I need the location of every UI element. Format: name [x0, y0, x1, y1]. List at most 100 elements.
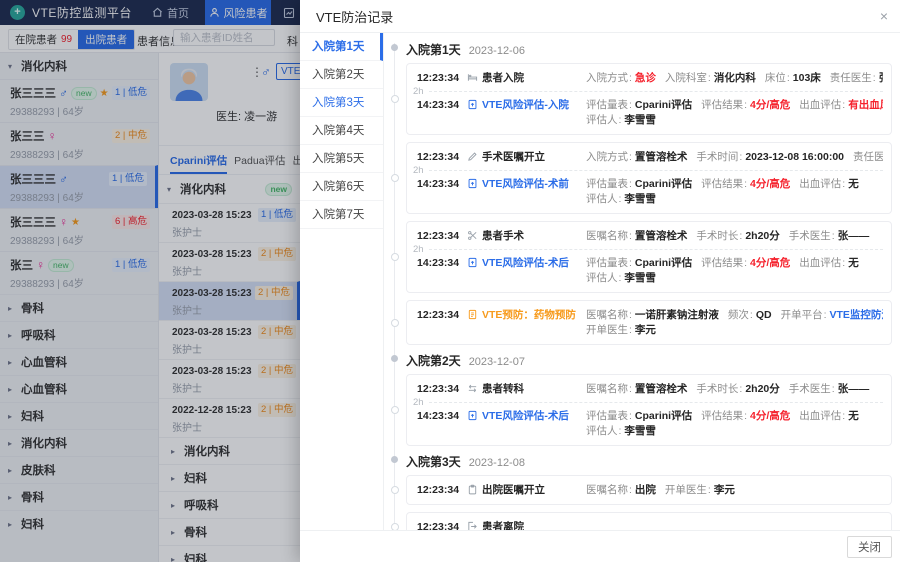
- field-label: 出血评估: [799, 99, 845, 111]
- field-label: 评估量表: [586, 99, 632, 111]
- day-date: 2023-12-08: [469, 457, 525, 469]
- close-icon[interactable]: ×: [880, 9, 888, 23]
- day-nav-item-1[interactable]: 入院第1天: [300, 33, 383, 61]
- field-label: 责任医生: [830, 72, 876, 84]
- event-title: 手术医嘱开立: [482, 149, 586, 165]
- document-icon: [467, 255, 482, 268]
- event-title: 患者入院: [482, 70, 586, 86]
- vte-assessment-link[interactable]: VTE风险评估-术前: [482, 176, 586, 192]
- document-icon: [467, 408, 482, 421]
- field-value: Cparini评估: [635, 410, 692, 422]
- field-value: 4分/高危: [750, 178, 790, 190]
- event-time: 12:23:34: [417, 149, 467, 165]
- field-value: 4分/高危: [750, 99, 790, 111]
- drawer-mask[interactable]: [0, 0, 300, 562]
- document-icon: [467, 176, 482, 189]
- event-title: 出院医嘱开立: [482, 482, 586, 498]
- field-value: 李元: [714, 484, 735, 496]
- event-time: 12:23:34: [417, 307, 467, 323]
- field-label: 手术时长: [696, 230, 742, 242]
- field-label: 出血评估: [799, 257, 845, 269]
- day-nav-item-3[interactable]: 入院第3天: [300, 89, 383, 117]
- field-label: 入院方式: [586, 72, 632, 84]
- day-nav-item-6[interactable]: 入院第6天: [300, 173, 383, 201]
- field-value: 无: [848, 257, 859, 269]
- record-card: 12:23:34 患者手术 医嘱名称置管溶栓术 手术时长2h20分 手术医生张—…: [406, 221, 892, 293]
- field-value: 张——: [838, 383, 870, 395]
- event-title: 患者转科: [482, 381, 586, 397]
- field-value: 置管溶栓术: [635, 151, 688, 163]
- vte-assessment-link[interactable]: VTE风险评估-术后: [482, 255, 586, 271]
- event-time: 14:23:34: [417, 255, 467, 271]
- field-label: 手术时间: [696, 151, 742, 163]
- event-time: 14:23:34: [417, 408, 467, 424]
- field-label: 评估量表: [586, 178, 632, 190]
- field-label: 评估结果: [701, 257, 747, 269]
- drawer-title: VTE防治记录: [316, 7, 393, 26]
- time-gap: 2h: [417, 244, 883, 255]
- time-gap: 2h: [417, 165, 883, 176]
- vte-assessment-link[interactable]: VTE风险评估-入院: [482, 97, 586, 113]
- document-icon: [467, 97, 482, 110]
- day-nav-item-2[interactable]: 入院第2天: [300, 61, 383, 89]
- close-button[interactable]: 关闭: [847, 536, 892, 558]
- field-label: 出血评估: [799, 178, 845, 190]
- field-label: 开单平台: [781, 309, 827, 321]
- day-nav-item-4[interactable]: 入院第4天: [300, 117, 383, 145]
- field-label: 评估结果: [701, 99, 747, 111]
- day-date: 2023-12-07: [469, 356, 525, 368]
- platform-link[interactable]: VTE监控防治平台: [830, 309, 883, 321]
- field-label: 医嘱名称: [586, 230, 632, 242]
- field-value: 李元: [635, 324, 656, 336]
- field-label: 评估人: [586, 114, 621, 126]
- field-label: 评估结果: [701, 410, 747, 422]
- field-value: 出院: [635, 484, 656, 496]
- time-gap: 2h: [417, 86, 883, 97]
- transfer-icon: [467, 381, 482, 394]
- field-value: 李雪雪: [624, 193, 656, 205]
- field-label: 入院科室: [665, 72, 711, 84]
- pen-icon: [467, 149, 482, 162]
- scissors-icon: [467, 228, 482, 241]
- field-value: 无: [848, 178, 859, 190]
- field-value: 李雪雪: [624, 272, 656, 284]
- field-label: 评估量表: [586, 257, 632, 269]
- field-value: 103床: [793, 72, 821, 84]
- event-time: 12:23:34: [417, 482, 467, 498]
- field-value: 一诺肝素钠注射液: [635, 309, 719, 321]
- field-label: 评估人: [586, 425, 621, 437]
- vte-assessment-link[interactable]: VTE风险评估-术后: [482, 408, 586, 424]
- field-value: 置管溶栓术: [635, 383, 688, 395]
- field-value: Cparini评估: [635, 99, 692, 111]
- vte-platform-app: + VTE防控监测平台 首页 风险患者 在院患者 99 出院患者 患者信息 科: [0, 0, 900, 562]
- field-value: 有出血风险: [848, 99, 883, 111]
- field-label: 床位: [765, 72, 790, 84]
- day-nav-item-7[interactable]: 入院第7天: [300, 201, 383, 229]
- event-time: 12:23:34: [417, 70, 467, 86]
- event-time: 12:23:34: [417, 519, 467, 530]
- day-nav: 入院第1天 入院第2天 入院第3天 入院第4天 入院第5天 入院第6天 入院第7…: [300, 33, 384, 530]
- day-title: 入院第1天: [406, 41, 461, 58]
- field-value: 4分/高危: [750, 257, 790, 269]
- record-card: 12:23:34 出院医嘱开立 医嘱名称出院 开单医生李元: [406, 475, 892, 505]
- drawer-footer: 关闭: [300, 530, 900, 562]
- field-label: 开单医生: [665, 484, 711, 496]
- field-value: 4分/高危: [750, 410, 790, 422]
- event-time: 14:23:34: [417, 176, 467, 192]
- record-card: 12:23:34 手术医嘱开立 入院方式置管溶栓术 手术时间2023-12-08…: [406, 142, 892, 214]
- field-label: 评估人: [586, 193, 621, 205]
- field-label: 开单医生: [586, 324, 632, 336]
- field-label: 手术时长: [696, 383, 742, 395]
- field-label: 医嘱名称: [586, 309, 632, 321]
- field-value: 张——: [879, 72, 883, 84]
- medication-icon: [467, 307, 482, 320]
- event-title: 患者离院: [482, 519, 586, 530]
- field-label: 出血评估: [799, 410, 845, 422]
- field-value: 2023-12-08 16:00:00: [745, 151, 844, 163]
- field-label: 医嘱名称: [586, 383, 632, 395]
- day-nav-item-5[interactable]: 入院第5天: [300, 145, 383, 173]
- event-title: VTE预防：药物预防: [482, 307, 586, 323]
- field-value: 李雪雪: [624, 114, 656, 126]
- field-label: 频次: [728, 309, 753, 321]
- drawer-header: VTE防治记录 ×: [300, 0, 900, 33]
